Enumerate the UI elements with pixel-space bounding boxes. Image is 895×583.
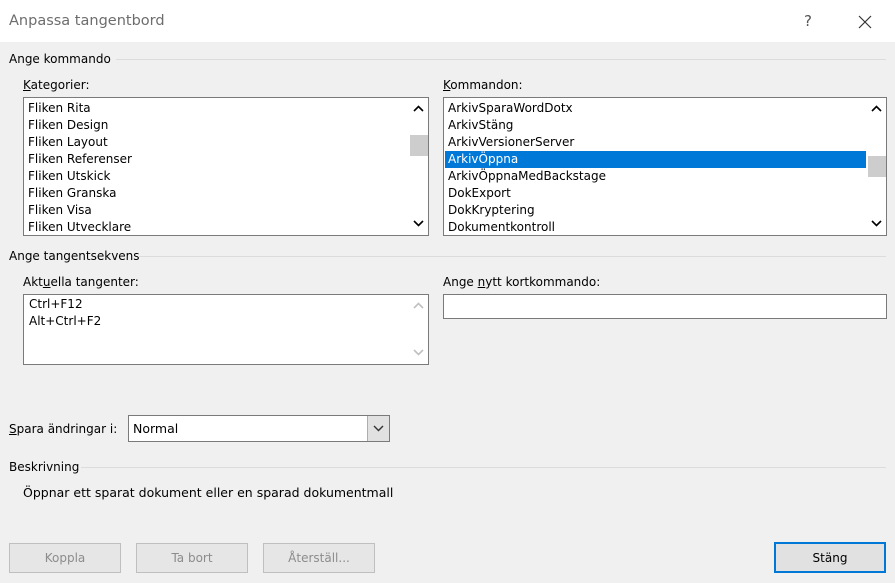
list-item[interactable]: Fliken Layout <box>25 134 408 151</box>
description-text: Öppnar ett sparat dokument eller en spar… <box>23 485 394 500</box>
scroll-thumb[interactable] <box>410 135 428 156</box>
scroll-thumb[interactable] <box>868 156 886 177</box>
list-item[interactable]: Ctrl+F12 <box>26 296 408 313</box>
chevron-up-icon[interactable] <box>409 100 428 117</box>
command-group-label: Ange kommando <box>9 52 111 66</box>
list-item[interactable]: Alt+Ctrl+F2 <box>26 313 408 330</box>
list-item[interactable]: ArkivVersionerServer <box>445 134 866 151</box>
description-label: Beskrivning <box>9 460 80 474</box>
chevron-down-icon[interactable] <box>409 215 428 232</box>
list-item[interactable]: DokExport <box>445 185 866 202</box>
commands-label: Kommandon: <box>443 78 523 92</box>
commands-scrollbar[interactable] <box>867 98 886 235</box>
new-shortcut-input[interactable] <box>443 294 887 319</box>
chevron-down-icon[interactable] <box>367 416 389 441</box>
commands-list[interactable]: ArkivSparaWordDotx ArkivStäng ArkivVersi… <box>443 97 887 236</box>
reset-button[interactable]: Återställ... <box>263 543 375 573</box>
save-in-select[interactable]: Normal <box>128 415 390 442</box>
list-item[interactable]: DokKryptering <box>445 202 866 219</box>
list-item[interactable]: Dokumentkontroll <box>445 219 866 235</box>
group-divider <box>81 467 886 468</box>
dialog-title: Anpassa tangentbord <box>9 13 165 29</box>
group-divider <box>138 256 886 257</box>
keys-group-label: Ange tangentsekvens <box>9 249 140 263</box>
chevron-down-icon[interactable] <box>409 344 428 361</box>
current-keys-scrollbar[interactable] <box>409 295 428 364</box>
remove-button[interactable]: Ta bort <box>136 543 248 573</box>
list-item[interactable]: Fliken Granska <box>25 185 408 202</box>
chevron-up-icon[interactable] <box>409 297 428 314</box>
list-item[interactable]: Fliken Utskick <box>25 168 408 185</box>
current-keys-list[interactable]: Ctrl+F12 Alt+Ctrl+F2 <box>23 294 429 365</box>
close-icon[interactable] <box>852 9 878 35</box>
save-in-value: Normal <box>133 421 179 436</box>
list-item[interactable]: Fliken Rita <box>25 100 408 117</box>
list-item[interactable]: Fliken Visa <box>25 202 408 219</box>
list-item[interactable]: Fliken Referenser <box>25 151 408 168</box>
assign-button[interactable]: Koppla <box>9 543 121 573</box>
list-item[interactable]: ArkivÖppnaMedBackstage <box>445 168 866 185</box>
group-divider <box>116 59 886 60</box>
close-button[interactable]: Stäng <box>774 542 886 573</box>
categories-scrollbar[interactable] <box>409 98 428 235</box>
list-item-selected[interactable]: ArkivÖppna <box>445 151 866 168</box>
list-item[interactable]: ArkivStäng <box>445 117 866 134</box>
list-item[interactable]: Fliken Utvecklare <box>25 219 408 235</box>
chevron-up-icon[interactable] <box>867 100 886 117</box>
save-in-label: Spara ändringar i: <box>9 422 118 436</box>
new-shortcut-label: Ange nytt kortkommando: <box>443 275 601 289</box>
categories-list[interactable]: Fliken Rita Fliken Design Fliken Layout … <box>23 97 429 236</box>
chevron-down-icon[interactable] <box>867 215 886 232</box>
list-item[interactable]: ArkivSparaWordDotx <box>445 100 866 117</box>
current-keys-label: Aktuella tangenter: <box>23 275 139 289</box>
list-item[interactable]: Fliken Design <box>25 117 408 134</box>
categories-label: Kategorier: <box>23 78 90 92</box>
help-button[interactable]: ? <box>804 12 812 30</box>
